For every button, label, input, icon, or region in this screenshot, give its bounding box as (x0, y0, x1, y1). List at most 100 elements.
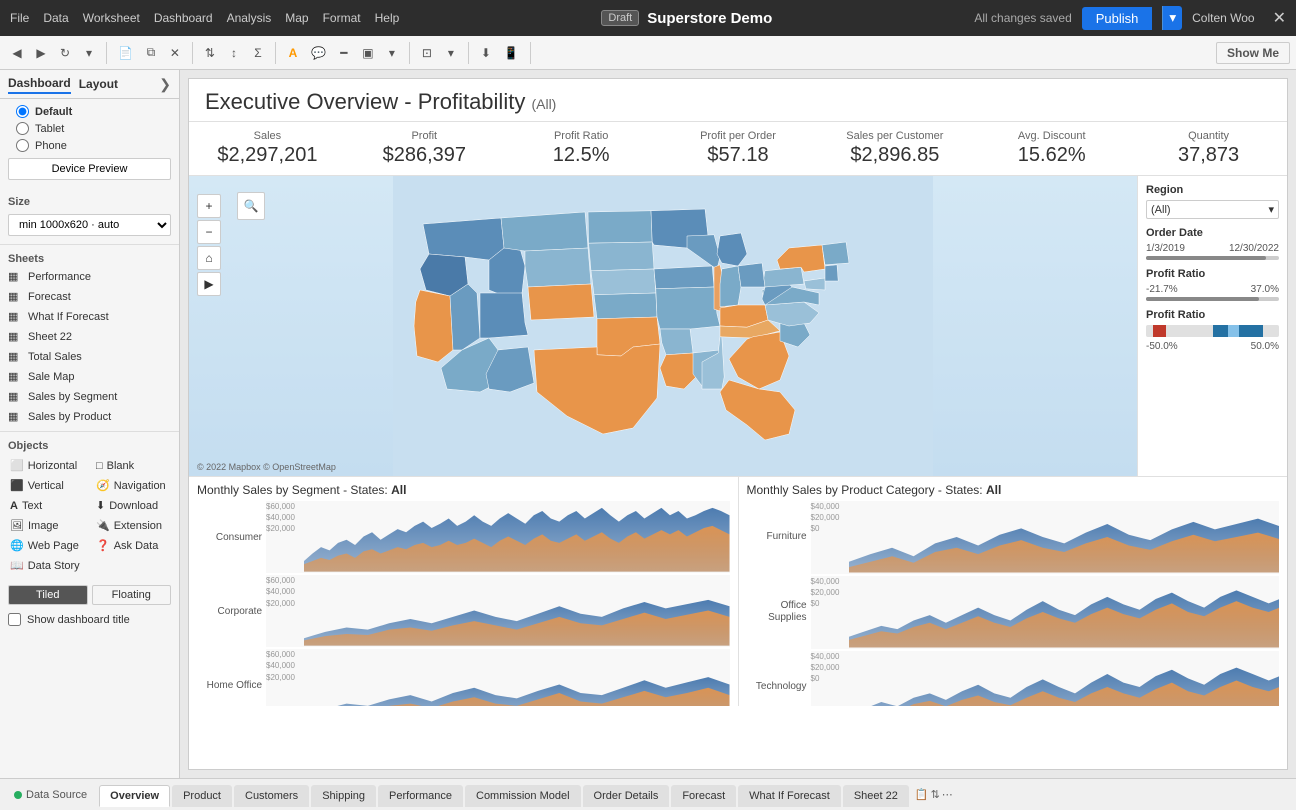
menu-format[interactable]: Format (323, 11, 361, 25)
profit-ratio-slider[interactable] (1146, 297, 1279, 301)
menu-map[interactable]: Map (285, 11, 308, 25)
menu-help[interactable]: Help (375, 11, 400, 25)
clear-button[interactable]: ✕ (164, 42, 186, 64)
object-webpage[interactable]: 🌐 Web Page (4, 536, 89, 555)
close-button[interactable]: ✕ (1273, 8, 1286, 28)
state-wyoming[interactable] (525, 248, 591, 287)
sheet-forecast[interactable]: ▦ Forecast (0, 287, 179, 307)
tab-performance[interactable]: Performance (378, 785, 463, 807)
sheet-sheet22[interactable]: ▦ Sheet 22 (0, 327, 179, 347)
tooltip-button[interactable]: 💬 (306, 42, 331, 64)
object-vertical[interactable]: ⬛ Vertical (4, 476, 89, 495)
tab-overview[interactable]: Overview (99, 785, 170, 807)
tiled-button[interactable]: Tiled (8, 585, 88, 605)
sheet-sales-by-segment[interactable]: ▦ Sales by Segment (0, 387, 179, 407)
state-washington[interactable] (423, 218, 504, 260)
tab-sheet22[interactable]: Sheet 22 (843, 785, 909, 807)
publish-button[interactable]: Publish (1082, 7, 1153, 30)
panel-collapse-button[interactable]: ❯ (159, 76, 171, 93)
forward-button[interactable]: ▶ (30, 42, 52, 64)
state-indiana[interactable] (720, 266, 741, 307)
map-search-button[interactable]: 🔍 (237, 192, 265, 220)
device-phone[interactable]: Phone (0, 137, 179, 154)
show-me-button[interactable]: Show Me (1216, 42, 1290, 64)
tab-what-if[interactable]: What If Forecast (738, 785, 841, 807)
object-download[interactable]: ⬇ Download (90, 496, 175, 515)
object-text[interactable]: A Text (4, 496, 89, 515)
dashboard-tab[interactable]: Dashboard (8, 74, 71, 94)
state-pennsylvania[interactable] (764, 267, 804, 287)
add-sheet-button[interactable]: 📋 (915, 788, 929, 801)
sort-sheets-button[interactable]: ⇅ (931, 788, 940, 801)
fit-button[interactable]: ⊡ (416, 42, 438, 64)
sheet-performance[interactable]: ▦ Performance (0, 267, 179, 287)
sort-desc-button[interactable]: ↕ (223, 42, 245, 64)
sort-asc-button[interactable]: ⇅ (199, 42, 221, 64)
object-horizontal[interactable]: ⬜ Horizontal (4, 456, 89, 475)
user-name[interactable]: Colten Woo (1192, 11, 1254, 25)
home-button[interactable]: ⌂ (197, 246, 221, 270)
state-northdakota[interactable] (588, 211, 652, 243)
object-blank[interactable]: □ Blank (90, 456, 175, 475)
state-montana[interactable] (501, 212, 588, 251)
state-arkansas[interactable] (660, 329, 693, 355)
menu-analysis[interactable]: Analysis (227, 11, 272, 25)
sheet-total-sales[interactable]: ▦ Total Sales (0, 347, 179, 367)
pan-button[interactable]: ▶ (197, 272, 221, 296)
state-kansas[interactable] (594, 293, 657, 319)
state-ohio[interactable] (738, 263, 765, 287)
sheet-sale-map[interactable]: ▦ Sale Map (0, 367, 179, 387)
refresh-button[interactable]: ↻ (54, 42, 76, 64)
tab-product[interactable]: Product (172, 785, 232, 807)
tab-commission[interactable]: Commission Model (465, 785, 581, 807)
object-data-story[interactable]: 📖 Data Story (4, 556, 89, 575)
menu-dashboard[interactable]: Dashboard (154, 11, 213, 25)
dropdown2-button[interactable]: ▾ (381, 42, 403, 64)
zoom-in-button[interactable]: + (197, 194, 221, 218)
sum-button[interactable]: Σ (247, 42, 269, 64)
state-iowa[interactable] (654, 266, 714, 289)
dropdown3-button[interactable]: ▾ (440, 42, 462, 64)
state-southdakota[interactable] (589, 242, 654, 271)
tab-order-details[interactable]: Order Details (583, 785, 670, 807)
menu-data[interactable]: Data (43, 11, 68, 25)
device-default[interactable]: Default (0, 103, 179, 120)
date-slider[interactable] (1146, 256, 1279, 260)
state-california[interactable] (414, 290, 453, 362)
device-preview-button[interactable]: Device Preview (8, 158, 171, 180)
state-colorado[interactable] (528, 284, 594, 320)
tab-customers[interactable]: Customers (234, 785, 309, 807)
floating-button[interactable]: Floating (92, 585, 172, 605)
state-newengland[interactable] (822, 242, 849, 265)
state-newjersey[interactable] (825, 265, 838, 281)
object-image[interactable]: 🖼 Image (4, 516, 89, 535)
menu-file[interactable]: File (10, 11, 29, 25)
sheet-what-if-forecast[interactable]: ▦ What If Forecast (0, 307, 179, 327)
zoom-out-button[interactable]: − (197, 220, 221, 244)
state-missouri[interactable] (656, 287, 720, 329)
publish-dropdown-button[interactable]: ▾ (1162, 6, 1182, 30)
object-ask-data[interactable]: ❓ Ask Data (90, 536, 175, 555)
layout-tab[interactable]: Layout (79, 75, 118, 93)
datasource-tab[interactable]: Data Source (4, 785, 97, 805)
map-area[interactable]: 🔍 + − ⌂ ▶ © 2022 Mapbox © OpenStreetMap (189, 176, 1137, 476)
sheets-menu-button[interactable]: ⋯ (942, 788, 953, 801)
size-button[interactable]: ▣ (357, 42, 379, 64)
back-button[interactable]: ◀ (6, 42, 28, 64)
state-nebraska[interactable] (591, 269, 656, 295)
highlight-button[interactable]: A (282, 42, 304, 64)
object-navigation[interactable]: 🧭 Navigation (90, 476, 175, 495)
dropdown-button[interactable]: ▾ (78, 42, 100, 64)
new-sheet-button[interactable]: 📄 (113, 42, 138, 64)
tab-shipping[interactable]: Shipping (311, 785, 376, 807)
sheet-sales-by-product[interactable]: ▦ Sales by Product (0, 407, 179, 427)
mark-type-button[interactable]: ━ (333, 42, 355, 64)
size-dropdown[interactable]: min 1000x620 · auto (8, 214, 171, 236)
state-utah[interactable] (480, 293, 528, 338)
state-nevada[interactable] (450, 284, 480, 350)
duplicate-button[interactable]: ⧉ (140, 42, 162, 64)
device-tablet[interactable]: Tablet (0, 120, 179, 137)
export-button[interactable]: ⬇ (475, 42, 497, 64)
device-preview-button[interactable]: 📱 (499, 42, 524, 64)
object-extension[interactable]: 🔌 Extension (90, 516, 175, 535)
